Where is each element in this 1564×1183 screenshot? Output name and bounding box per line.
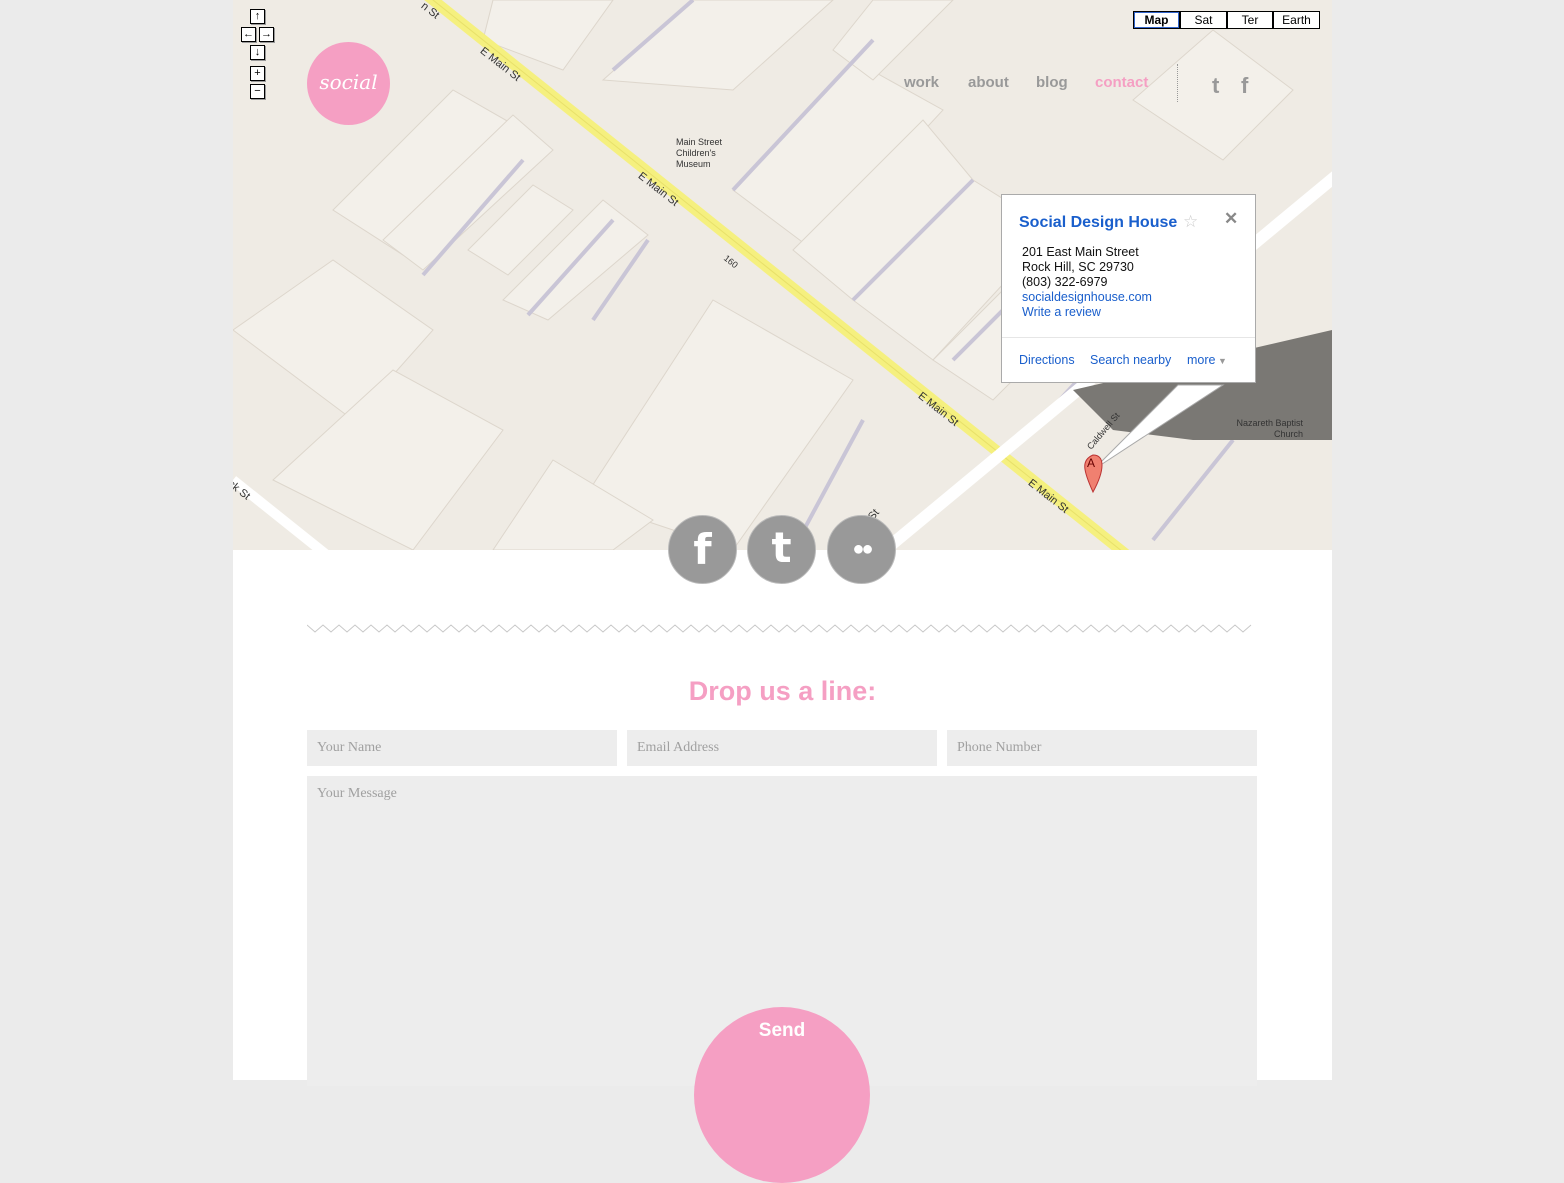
close-icon[interactable]: ✕ [1224,209,1238,229]
divider [1002,337,1255,338]
phone-input[interactable] [947,730,1257,766]
map-type-sat[interactable]: Sat [1180,11,1227,29]
website-link[interactable]: socialdesignhouse.com [1022,290,1152,305]
email-input[interactable] [627,730,937,766]
nav-contact[interactable]: contact [1095,74,1148,91]
pan-down-button[interactable]: ↓ [250,45,265,60]
twitter-icon: t [771,523,792,572]
zoom-in-button[interactable]: + [250,66,265,81]
facebook-icon[interactable]: f [1241,73,1248,99]
place-title[interactable]: Social Design House [1019,214,1177,232]
more-label: more [1187,353,1216,367]
map-type-map[interactable]: Map [1133,11,1180,29]
nav-work[interactable]: work [904,74,939,91]
facebook-icon: f [693,525,712,574]
search-nearby-link[interactable]: Search nearby [1090,353,1171,367]
star-icon[interactable]: ☆ [1183,212,1198,232]
review-link[interactable]: Write a review [1022,305,1152,320]
address-line: 201 East Main Street [1022,245,1139,259]
poi-museum[interactable]: Main Street Children's Museum [676,137,736,170]
nav-divider [1177,64,1178,102]
form-heading: Drop us a line: [688,676,877,706]
info-window: Social Design House ☆ ✕ 201 East Main St… [1001,194,1256,383]
nav-about[interactable]: about [968,74,1009,91]
zigzag-divider [307,624,1252,633]
nav-blog[interactable]: blog [1036,74,1068,91]
pan-up-button[interactable]: ↑ [250,9,265,24]
send-button[interactable]: Send [694,1007,870,1183]
poi-church[interactable]: Nazareth Baptist Church [1233,418,1303,440]
flickr-icon: ●● [852,538,873,560]
directions-link[interactable]: Directions [1019,353,1075,367]
map[interactable]: A E Main St E Main St E Main St E Main S… [233,0,1332,550]
page: A E Main St E Main St E Main St E Main S… [233,0,1332,1183]
map-type-earth[interactable]: Earth [1273,11,1320,29]
marker-label[interactable]: A [1087,456,1095,470]
twitter-icon[interactable]: t [1212,73,1219,99]
name-input[interactable] [307,730,617,766]
map-type-ter[interactable]: Ter [1227,11,1273,29]
zoom-out-button[interactable]: − [250,84,265,99]
flickr-button[interactable]: ●● [827,515,896,584]
phone: (803) 322-6979 [1022,275,1108,289]
chevron-down-icon: ▼ [1215,356,1227,366]
facebook-button[interactable]: f [668,515,737,584]
address-line: Rock Hill, SC 29730 [1022,260,1134,274]
more-link[interactable]: more ▼ [1187,353,1227,367]
pan-right-button[interactable]: → [259,27,274,42]
logo[interactable]: social [307,42,390,125]
pan-left-button[interactable]: ← [241,27,256,42]
twitter-button[interactable]: t [747,515,816,584]
